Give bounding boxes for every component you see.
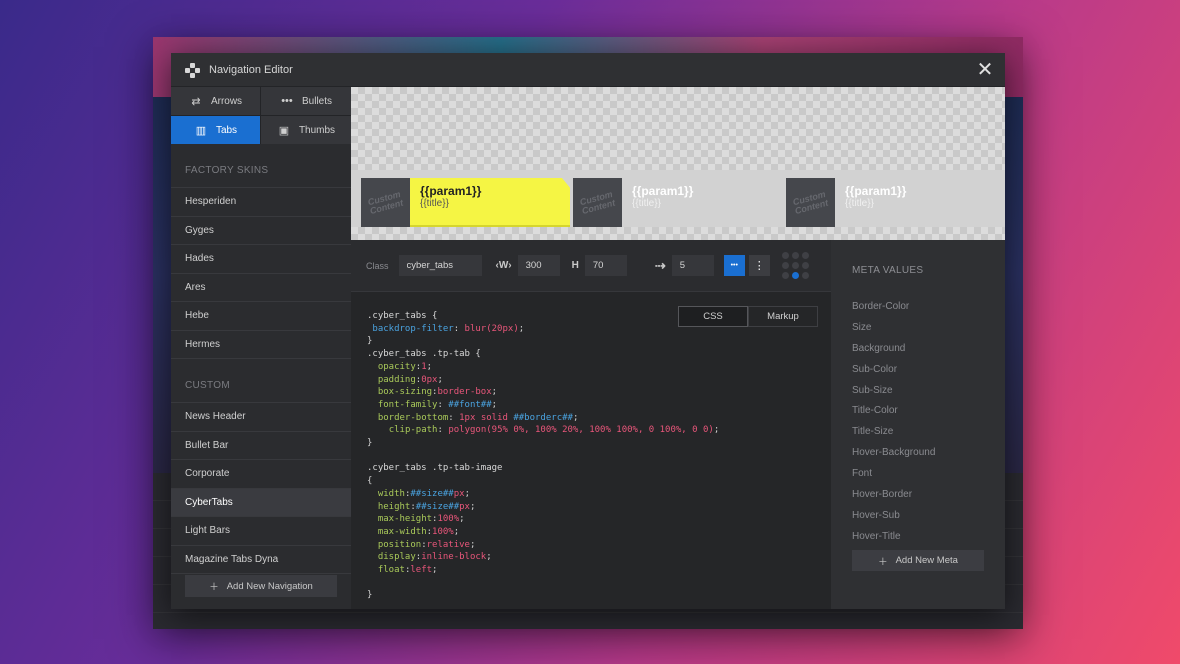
type-bullets-button[interactable]: ••• Bullets: [261, 87, 351, 115]
meta-item[interactable]: Sub-Color: [831, 360, 1005, 381]
meta-item[interactable]: Font: [831, 464, 1005, 485]
tab-markup[interactable]: Markup: [748, 306, 818, 327]
factory-skins-heading: FACTORY SKINS: [171, 144, 351, 188]
skin-item-hesperiden[interactable]: Hesperiden: [171, 188, 351, 217]
plus-icon: ＋: [878, 556, 888, 568]
add-navigation-label: Add New Navigation: [226, 580, 313, 592]
add-meta-label: Add New Meta: [895, 555, 958, 566]
thumb-text: Custom Content: [578, 188, 617, 216]
arrows-icon: ⇄: [191, 95, 201, 108]
meta-item[interactable]: Title-Color: [831, 401, 1005, 422]
tab-strip: Custom Content {{param1}} {{title}} Cust…: [351, 170, 1005, 227]
skin-item-hades[interactable]: Hades: [171, 245, 351, 274]
meta-item[interactable]: Hover-Sub: [831, 506, 1005, 527]
navigation-editor-modal: Navigation Editor ✕ ⇄ Arrows ••• Bullets…: [171, 53, 1005, 609]
tab-thumbnail: Custom Content: [361, 178, 410, 227]
custom-item-corporate[interactable]: Corporate: [171, 460, 351, 489]
meta-item[interactable]: Hover-Border: [831, 485, 1005, 506]
tab-param: {{param1}}: [632, 184, 694, 198]
type-label: Bullets: [301, 95, 332, 107]
meta-item[interactable]: Hover-Title: [831, 527, 1005, 548]
tab-thumbnail: Custom Content: [573, 178, 622, 227]
spacing-icon: ⇢: [654, 257, 666, 273]
height-icon: H: [571, 260, 579, 271]
custom-item-light-bars[interactable]: Light Bars: [171, 517, 351, 546]
custom-heading: CUSTOM: [171, 359, 351, 403]
preview-tab[interactable]: Custom Content {{param1}} {{title}}: [573, 178, 703, 227]
add-navigation-button[interactable]: ＋ Add New Navigation: [185, 575, 337, 597]
tab-title: {{title}}: [845, 198, 874, 209]
custom-item-cybertabs[interactable]: CyberTabs: [171, 488, 351, 517]
navigation-logo-icon: [185, 62, 200, 78]
bullets-icon: •••: [281, 95, 293, 107]
width-input[interactable]: [517, 255, 560, 276]
thumb-text: Custom Content: [791, 188, 830, 216]
meta-values-heading: META VALUES: [852, 265, 924, 276]
sidebar: ⇄ Arrows ••• Bullets ▥ Tabs ▣ Thumbs FAC…: [171, 87, 351, 609]
preview-area: Custom Content {{param1}} {{title}} Cust…: [351, 87, 1005, 240]
plus-icon: ＋: [209, 582, 219, 593]
meta-item[interactable]: Hover-Background: [831, 443, 1005, 464]
tab-css[interactable]: CSS: [678, 306, 748, 327]
spacing-input[interactable]: [671, 255, 714, 276]
tab-param: {{param1}}: [845, 184, 907, 198]
custom-item-bullet-bar[interactable]: Bullet Bar: [171, 432, 351, 460]
tab-title: {{title}}: [420, 198, 449, 209]
preview-tab[interactable]: Custom Content {{param1}} {{title}}: [361, 178, 570, 227]
thumb-text: Custom Content: [366, 188, 405, 216]
type-label: Thumbs: [298, 124, 336, 136]
meta-item[interactable]: Background: [831, 339, 1005, 360]
tab-param: {{param1}}: [420, 184, 482, 198]
style-toolbar: Class ‹W› H ⇢ ••• ⋮: [351, 240, 831, 292]
editor-mode-switch: CSS Markup: [678, 306, 818, 327]
class-input[interactable]: [398, 255, 482, 276]
type-label: Tabs: [215, 124, 238, 136]
meta-item[interactable]: Title-Size: [831, 422, 1005, 443]
type-arrows-button[interactable]: ⇄ Arrows: [171, 87, 260, 115]
close-icon[interactable]: ✕: [975, 60, 995, 80]
code-editor[interactable]: CSS Markup .cyber_tabs { backdrop-filter…: [351, 292, 831, 609]
nav-type-grid: ⇄ Arrows ••• Bullets ▥ Tabs ▣ Thumbs: [171, 87, 351, 144]
skin-item-ares[interactable]: Ares: [171, 274, 351, 302]
class-label: Class: [366, 260, 389, 271]
skin-item-hebe[interactable]: Hebe: [171, 302, 351, 331]
type-label: Arrows: [210, 95, 243, 107]
meta-item[interactable]: Sub-Size: [831, 381, 1005, 402]
custom-item-news-header[interactable]: News Header: [171, 403, 351, 432]
add-meta-button[interactable]: ＋ Add New Meta: [852, 550, 984, 571]
skin-item-hermes[interactable]: Hermes: [171, 331, 351, 359]
meta-values-panel: META VALUES Border-Color Size Background…: [831, 240, 1005, 609]
menu-button[interactable]: ⋮: [748, 255, 770, 276]
width-icon: ‹W›: [495, 260, 512, 271]
alignment-grid[interactable]: [781, 252, 809, 279]
more-options-button[interactable]: •••: [723, 255, 745, 276]
tabs-icon: ▥: [195, 124, 207, 137]
titlebar: Navigation Editor ✕: [171, 53, 1005, 87]
tab-thumbnail: Custom Content: [786, 178, 835, 227]
css-code[interactable]: .cyber_tabs { backdrop-filter: blur(20px…: [367, 310, 831, 602]
meta-item[interactable]: Border-Color: [831, 297, 1005, 318]
height-input[interactable]: [584, 255, 627, 276]
custom-item-magazine-tabs[interactable]: Magazine Tabs Dyna: [171, 546, 351, 574]
meta-item[interactable]: Size: [831, 318, 1005, 339]
tab-title: {{title}}: [632, 198, 661, 209]
window-title: Navigation Editor: [209, 63, 293, 76]
type-thumbs-button[interactable]: ▣ Thumbs: [261, 116, 351, 144]
kebab-menu-icon: ⋮: [753, 260, 765, 272]
type-tabs-button[interactable]: ▥ Tabs: [171, 116, 260, 144]
thumbs-icon: ▣: [278, 124, 290, 137]
preview-tab[interactable]: Custom Content {{param1}} {{title}}: [786, 178, 916, 227]
more-icon: •••: [730, 262, 738, 269]
skin-item-gyges[interactable]: Gyges: [171, 217, 351, 245]
